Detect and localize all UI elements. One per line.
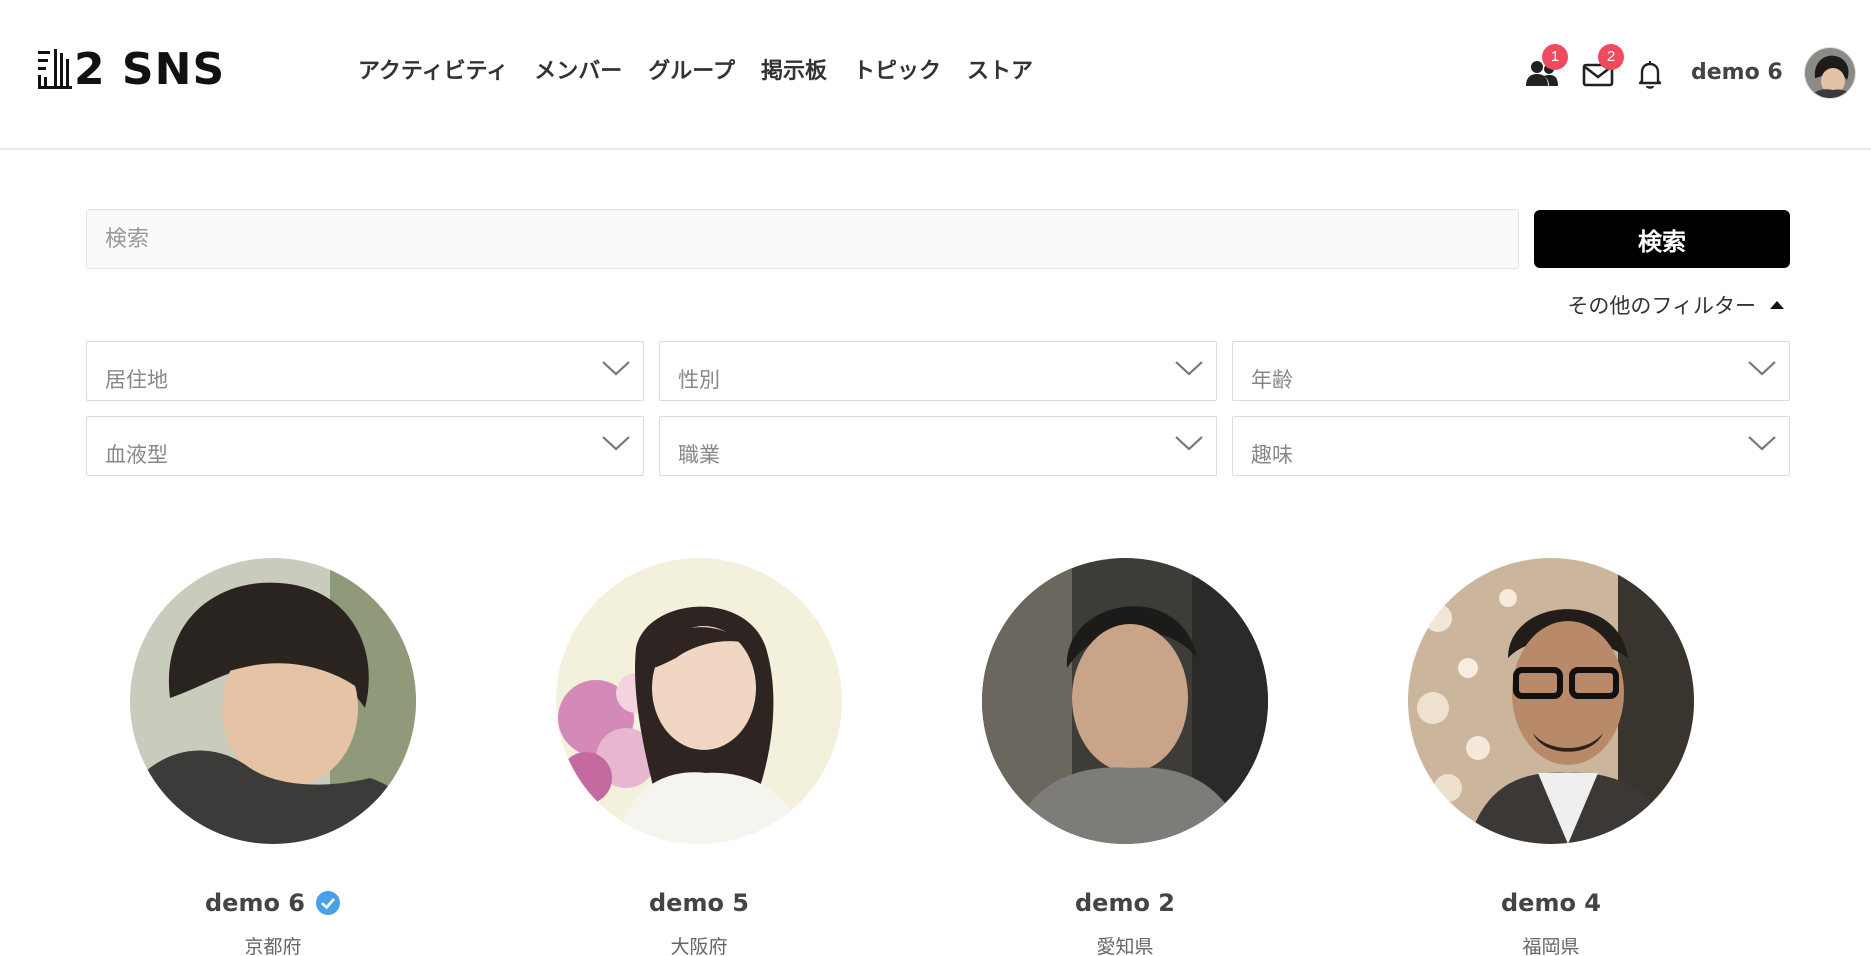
member-location: 大阪府 bbox=[670, 936, 728, 956]
filter-hobby[interactable]: 趣味 bbox=[1232, 416, 1790, 476]
filter-label: 性別 bbox=[678, 368, 720, 392]
filter-label: 血液型 bbox=[105, 443, 168, 467]
member-name-row: demo 4 bbox=[1408, 886, 1694, 920]
messages-button[interactable]: 2 bbox=[1580, 44, 1624, 92]
member-name[interactable]: demo 5 bbox=[649, 886, 749, 920]
bell-icon bbox=[1638, 61, 1662, 89]
filter-occupation[interactable]: 職業 bbox=[659, 416, 1217, 476]
member-card[interactable]: demo 2 愛知県 bbox=[982, 558, 1268, 956]
member-name[interactable]: demo 2 bbox=[1075, 886, 1175, 920]
filter-label: 年齢 bbox=[1251, 368, 1293, 392]
chevron-down-icon bbox=[1175, 436, 1203, 451]
filter-blood-type[interactable]: 血液型 bbox=[86, 416, 644, 476]
member-card[interactable]: demo 4 福岡県 bbox=[1408, 558, 1694, 956]
nav-item-members[interactable]: メンバー bbox=[534, 55, 622, 89]
member-photo-icon bbox=[556, 558, 842, 844]
filter-age[interactable]: 年齢 bbox=[1232, 341, 1790, 401]
chevron-down-icon bbox=[1748, 361, 1776, 376]
chevron-down-icon bbox=[602, 436, 630, 451]
site-logo[interactable]: 2 SNS bbox=[38, 48, 225, 92]
nav-item-groups[interactable]: グループ bbox=[648, 55, 735, 89]
member-name-row: demo 2 bbox=[982, 886, 1268, 920]
member-avatar[interactable] bbox=[130, 558, 416, 844]
friend-requests-button[interactable]: 1 bbox=[1524, 44, 1568, 92]
nav-item-topics[interactable]: トピック bbox=[853, 55, 941, 89]
member-location: 京都府 bbox=[244, 936, 302, 956]
filter-gender[interactable]: 性別 bbox=[659, 341, 1217, 401]
member-location: 福岡県 bbox=[1522, 936, 1580, 956]
member-avatar[interactable] bbox=[1408, 558, 1694, 844]
search-input[interactable] bbox=[86, 209, 1519, 269]
member-card[interactable]: demo 6 京都府 bbox=[130, 558, 416, 956]
chevron-down-icon bbox=[602, 361, 630, 376]
brand-name: 2 SNS bbox=[74, 44, 226, 95]
current-username[interactable]: demo 6 bbox=[1691, 56, 1783, 90]
caret-up-icon bbox=[1770, 301, 1784, 309]
member-photo-icon bbox=[130, 558, 416, 844]
filter-label: 趣味 bbox=[1251, 443, 1293, 467]
member-location: 愛知県 bbox=[1096, 936, 1154, 956]
member-photo-icon bbox=[982, 558, 1268, 844]
verified-badge-icon bbox=[316, 891, 340, 915]
nav-item-activity[interactable]: アクティビティ bbox=[358, 55, 508, 89]
member-name-row: demo 5 bbox=[556, 886, 842, 920]
search-button[interactable]: 検索 bbox=[1534, 210, 1790, 268]
nav-item-forums[interactable]: 掲示板 bbox=[761, 55, 827, 89]
member-card[interactable]: demo 5 大阪府 bbox=[556, 558, 842, 956]
member-avatar[interactable] bbox=[982, 558, 1268, 844]
member-photo-icon bbox=[1408, 558, 1694, 844]
more-filters-label: その他のフィルター bbox=[1567, 294, 1756, 318]
more-filters-toggle[interactable]: その他のフィルター bbox=[1550, 288, 1790, 322]
filter-label: 居住地 bbox=[105, 368, 168, 392]
notifications-button[interactable] bbox=[1632, 56, 1668, 92]
logo-mark-icon bbox=[38, 49, 72, 89]
main-nav: アクティビティ メンバー グループ 掲示板 トピック ストア bbox=[358, 55, 1033, 89]
member-name[interactable]: demo 4 bbox=[1501, 886, 1601, 920]
chevron-down-icon bbox=[1175, 361, 1203, 376]
avatar-photo-icon bbox=[1805, 48, 1855, 98]
filter-residence[interactable]: 居住地 bbox=[86, 341, 644, 401]
chevron-down-icon bbox=[1748, 436, 1776, 451]
member-name-row: demo 6 bbox=[130, 886, 416, 920]
messages-badge: 2 bbox=[1598, 44, 1624, 70]
filter-label: 職業 bbox=[678, 443, 720, 467]
nav-item-store[interactable]: ストア bbox=[967, 55, 1033, 89]
friend-requests-badge: 1 bbox=[1542, 44, 1568, 70]
member-avatar[interactable] bbox=[556, 558, 842, 844]
member-name[interactable]: demo 6 bbox=[205, 886, 305, 920]
user-avatar[interactable] bbox=[1804, 47, 1856, 99]
